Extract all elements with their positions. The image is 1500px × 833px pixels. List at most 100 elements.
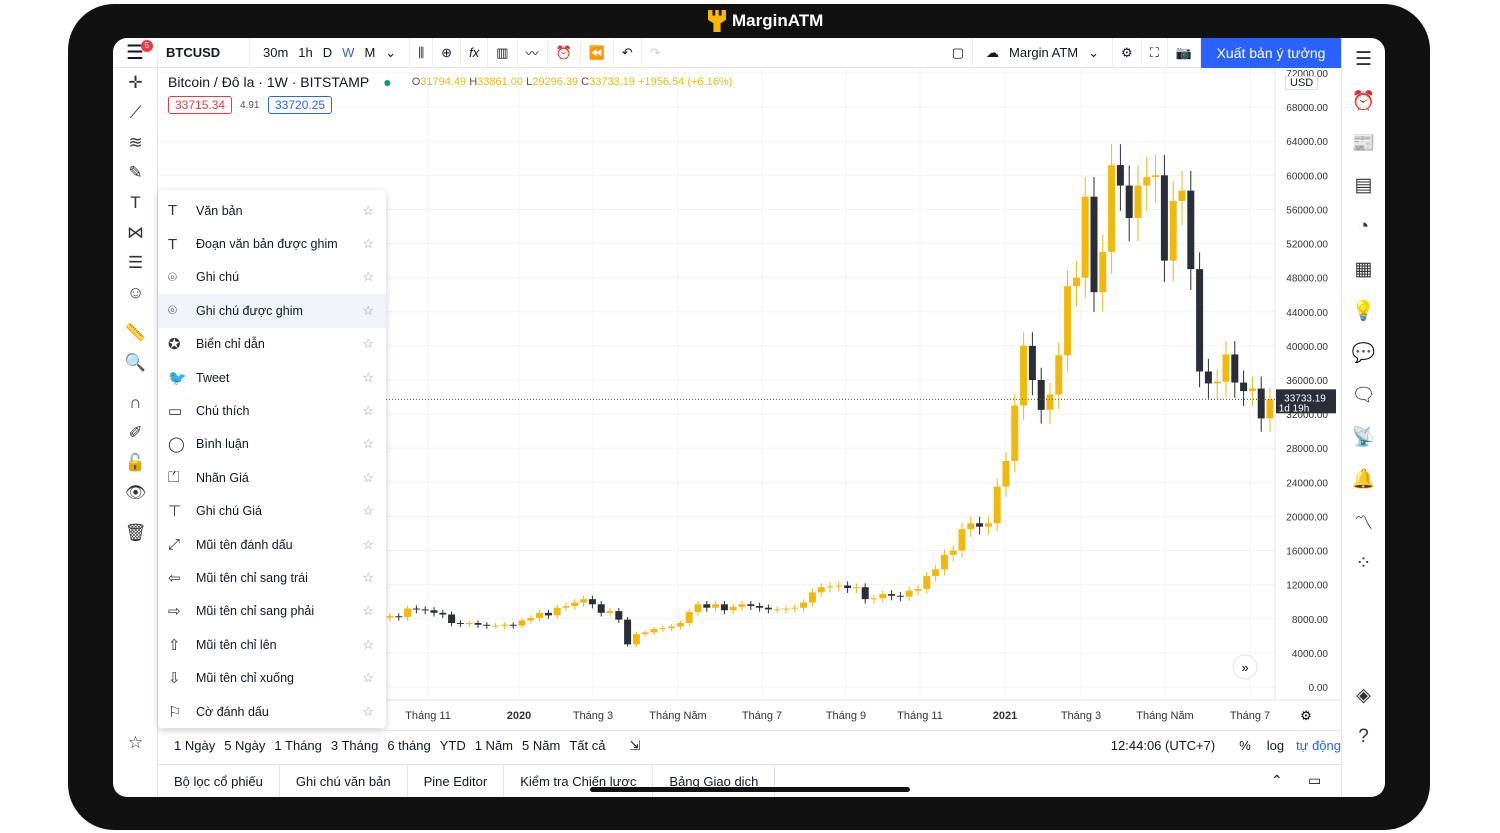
- redo-button[interactable]: ↷: [642, 38, 669, 68]
- bottom-tab[interactable]: Kiểm tra Chiến lược: [504, 764, 654, 797]
- star-icon[interactable]: ☆: [362, 336, 374, 352]
- magnet-icon[interactable]: ∩: [113, 388, 158, 418]
- menu-item[interactable]: ⚐ Cờ đánh dấu ☆: [158, 695, 386, 728]
- undo-button[interactable]: ↶: [614, 38, 642, 68]
- star-icon[interactable]: ☆: [362, 269, 374, 285]
- chart-type-button[interactable]: ⫼: [410, 38, 434, 68]
- interval-W[interactable]: W: [342, 45, 354, 60]
- calendar-icon[interactable]: ▦: [1342, 248, 1385, 290]
- chat-icon[interactable]: 💬: [1342, 332, 1385, 374]
- range-button[interactable]: 1 Tháng: [274, 738, 321, 753]
- star-icon[interactable]: ☆: [362, 637, 374, 653]
- trash-icon[interactable]: 🗑: [113, 518, 158, 548]
- auto-scale-toggle[interactable]: tự động: [1296, 738, 1341, 753]
- bottom-tab[interactable]: Bộ lọc cổ phiếu: [158, 764, 280, 797]
- indicators-button[interactable]: fx: [461, 38, 489, 68]
- bottom-tab[interactable]: Pine Editor: [408, 764, 505, 797]
- messages-icon[interactable]: 🗨: [1342, 374, 1385, 416]
- data-window-icon[interactable]: ▤: [1342, 164, 1385, 206]
- compare-button[interactable]: ⊕: [433, 38, 462, 68]
- star-icon[interactable]: ☆: [362, 570, 374, 586]
- goto-date-icon[interactable]: ⇲: [629, 738, 640, 754]
- star-icon[interactable]: ☆: [362, 403, 374, 419]
- range-button[interactable]: 5 Ngày: [224, 738, 265, 753]
- log-toggle[interactable]: log: [1267, 738, 1284, 753]
- star-icon[interactable]: ☆: [362, 670, 374, 686]
- star-icon[interactable]: ☆: [362, 303, 374, 319]
- interval-M[interactable]: M: [364, 45, 375, 60]
- star-icon[interactable]: ☆: [362, 236, 374, 252]
- crosshair-icon[interactable]: ✛: [113, 68, 158, 98]
- star-icon[interactable]: ☆: [362, 370, 374, 386]
- menu-item[interactable]: ⇩ Mũi tên chỉ xuống ☆: [158, 661, 386, 694]
- dom-icon[interactable]: ⁘: [1342, 542, 1385, 584]
- settings-button[interactable]: ⚙: [1113, 38, 1142, 68]
- star-icon[interactable]: ☆: [362, 603, 374, 619]
- brush-icon[interactable]: ✎: [113, 158, 158, 188]
- pattern-icon[interactable]: ⋈: [113, 218, 158, 248]
- emoji-icon[interactable]: ☺: [113, 278, 158, 308]
- lock-drawing-icon[interactable]: ✐: [113, 418, 158, 448]
- menu-item[interactable]: ⌾ Ghi chú được ghim ☆: [158, 294, 386, 328]
- menu-item[interactable]: ▭ Chú thích ☆: [158, 394, 386, 427]
- star-icon[interactable]: ☆: [362, 436, 374, 452]
- layers-icon[interactable]: ◈: [1342, 674, 1385, 716]
- trading-icon[interactable]: 〽: [1342, 500, 1385, 542]
- fullscreen-button[interactable]: ⛶: [1142, 38, 1168, 68]
- help-icon[interactable]: ?: [1342, 716, 1385, 758]
- ideas-icon[interactable]: 💡: [1342, 290, 1385, 332]
- star-icon[interactable]: ☆: [362, 704, 374, 720]
- interval-D[interactable]: D: [323, 45, 332, 60]
- lock-icon[interactable]: 🔓: [113, 448, 158, 478]
- zoom-in-icon[interactable]: 🔍: [113, 348, 158, 378]
- fib-icon[interactable]: ≋: [113, 128, 158, 158]
- range-button[interactable]: 3 Tháng: [331, 738, 378, 753]
- hotlist-icon[interactable]: ◔: [1342, 206, 1385, 248]
- range-button[interactable]: 1 Ngày: [174, 738, 215, 753]
- range-button[interactable]: Tất cả: [569, 738, 605, 753]
- range-button[interactable]: YTD: [440, 738, 466, 753]
- menu-button[interactable]: ☰ 5: [113, 38, 158, 68]
- favorites-star-icon[interactable]: ☆: [113, 728, 158, 758]
- sell-price[interactable]: 33715.34: [168, 96, 233, 114]
- collapse-panel-icon[interactable]: ⌃: [1271, 772, 1283, 789]
- publish-idea-button[interactable]: Xuất bản ý tưởng: [1201, 38, 1341, 68]
- range-button[interactable]: 5 Năm: [522, 738, 560, 753]
- range-button[interactable]: 6 tháng: [387, 738, 430, 753]
- stream-icon[interactable]: 📡: [1342, 416, 1385, 458]
- menu-item[interactable]: ⏍ Nhãn Giá ☆: [158, 461, 386, 494]
- menu-item[interactable]: T Đoạn văn bản được ghim ☆: [158, 227, 386, 260]
- interval-1h[interactable]: 1h: [298, 45, 312, 60]
- symbol-search[interactable]: BTCUSD: [158, 38, 250, 68]
- menu-item[interactable]: ⇦ Mũi tên chỉ sang trái ☆: [158, 561, 386, 594]
- alarm-icon[interactable]: ⏰: [1342, 80, 1385, 122]
- star-icon[interactable]: ☆: [362, 470, 374, 486]
- currency-select[interactable]: USD: [1285, 76, 1319, 90]
- percent-toggle[interactable]: %: [1239, 738, 1251, 753]
- star-icon[interactable]: ☆: [362, 503, 374, 519]
- menu-item[interactable]: ⊤ Ghi chú Giá ☆: [158, 495, 386, 528]
- menu-item[interactable]: ⤢ Mũi tên đánh dấu ☆: [158, 528, 386, 561]
- templates-button[interactable]: ▥: [488, 38, 518, 68]
- menu-item[interactable]: T Văn bản ☆: [158, 194, 386, 227]
- watchlist-icon[interactable]: ☰: [1342, 38, 1385, 80]
- star-icon[interactable]: ☆: [362, 203, 374, 219]
- maximize-panel-icon[interactable]: ▭: [1308, 772, 1321, 789]
- ruler-icon[interactable]: 📏: [113, 318, 158, 348]
- menu-item[interactable]: ⇨ Mũi tên chỉ sang phải ☆: [158, 595, 386, 628]
- layout-button[interactable]: ▢: [944, 38, 974, 68]
- interval-30m[interactable]: 30m: [263, 45, 288, 60]
- trend-line-icon[interactable]: ⟋: [113, 98, 158, 128]
- menu-item[interactable]: 🐦 Tweet ☆: [158, 361, 386, 394]
- menu-item[interactable]: ⇧ Mũi tên chỉ lên ☆: [158, 628, 386, 661]
- replay-button[interactable]: ⏪: [581, 38, 614, 68]
- screenshot-button[interactable]: 📷: [1168, 38, 1201, 68]
- strategy-icon[interactable]: 〰: [518, 38, 548, 68]
- star-icon[interactable]: ☆: [362, 537, 374, 553]
- news-icon[interactable]: 📰: [1342, 122, 1385, 164]
- bottom-tab[interactable]: Ghi chú văn bản: [280, 764, 408, 797]
- chevron-down-icon[interactable]: ⌄: [385, 45, 396, 61]
- layout-name-dropdown[interactable]: ☁ Margin ATM ⌄: [973, 38, 1114, 68]
- alert-button[interactable]: ⏰: [548, 38, 581, 68]
- range-button[interactable]: 1 Năm: [475, 738, 513, 753]
